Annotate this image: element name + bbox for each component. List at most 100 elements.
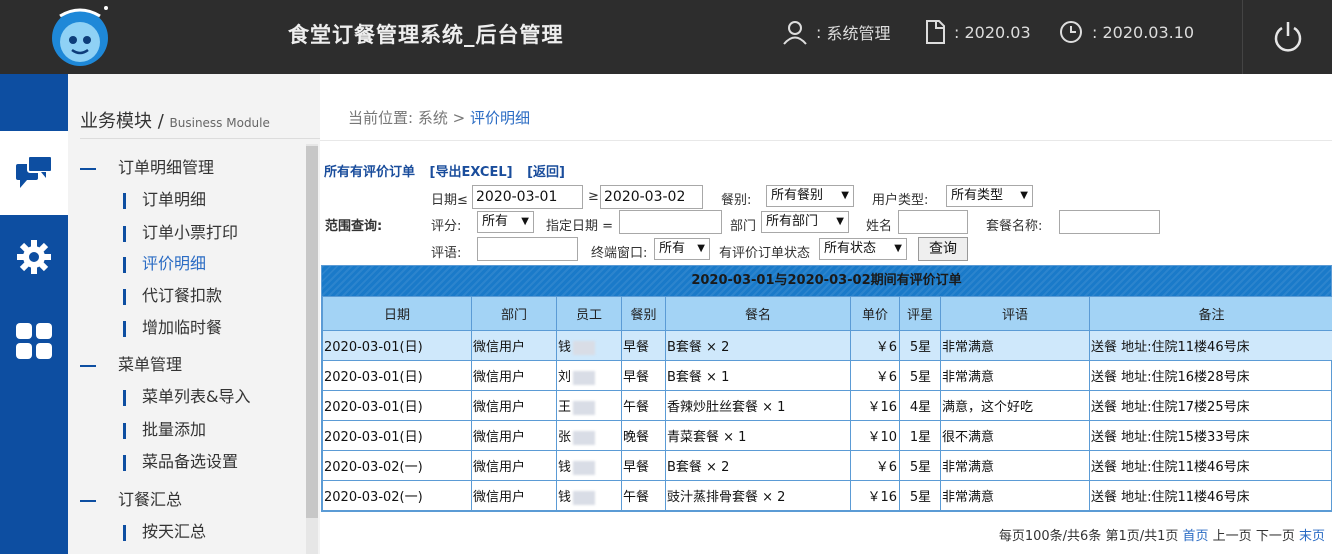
ge-label: ≥ (588, 189, 599, 204)
clock-icon (1060, 21, 1082, 43)
chat-icon (16, 155, 53, 188)
table-row[interactable]: 2020-03-01(日) 微信用户 张 晚餐 青菜套餐 × 1 ￥10 1星 … (322, 420, 1332, 451)
table-row[interactable]: 2020-03-02(一) 微信用户 钱 早餐 B套餐 × 2 ￥6 5星 非常… (322, 450, 1332, 481)
logout-button[interactable] (1242, 0, 1332, 74)
sidebar-group-summary[interactable]: 订餐汇总 (80, 486, 182, 510)
divider (320, 140, 1332, 141)
sidebar-item-daily-summary[interactable]: 按天汇总 (123, 518, 206, 542)
column-header[interactable]: 餐别 (621, 296, 666, 331)
column-header[interactable]: 单价 (850, 296, 900, 331)
table-header-row: 日期 部门 员工 餐别 餐名 单价 评星 评语 备注 (322, 296, 1332, 331)
date-info: : 2020.03.10 (1058, 18, 1194, 46)
business-module-button[interactable] (0, 131, 68, 215)
date-value: 2020.03.10 (1102, 22, 1195, 42)
name-label: 姓名 (866, 219, 893, 234)
user-info: : 系统管理 (782, 18, 891, 46)
chevron-down-icon: ▼ (697, 243, 705, 254)
sidebar-item-order-detail[interactable]: 订单明细 (123, 186, 206, 210)
action-links: 所有有评价订单 [导出EXCEL] [返回] (324, 161, 575, 180)
breadcrumb-current: 评价明细 (470, 109, 531, 127)
user-name: 系统管理 (826, 24, 891, 43)
sidebar-item-review-detail[interactable]: 评价明细 (123, 250, 206, 274)
sidebar-group-menu[interactable]: 菜单管理 (80, 351, 182, 375)
table-row[interactable]: 2020-03-01(日) 微信用户 刘 早餐 B套餐 × 1 ￥6 5星 非常… (322, 360, 1332, 391)
terminal-label: 终端窗口: (591, 246, 648, 261)
pagination: 每页100条/共6条 第1页/共1页 首页 上一页 下一页 末页 (999, 525, 1325, 544)
breadcrumb: 当前位置: 系统 > 评价明细 (348, 109, 531, 127)
period-value: 2020.03 (964, 22, 1031, 42)
meal-select[interactable]: 所有餐别 ▼ (766, 185, 854, 207)
range-label: 范围查询: (325, 219, 383, 234)
column-header[interactable]: 评语 (940, 296, 1090, 331)
set-name-input[interactable] (1059, 210, 1160, 234)
set-label: 套餐名称: (986, 219, 1043, 234)
usertype-label: 用户类型: (872, 193, 929, 208)
sidebar-item-dish-options[interactable]: 菜品备选设置 (123, 448, 238, 472)
comment-input[interactable] (477, 237, 578, 261)
orders-table: 日期 部门 员工 餐别 餐名 单价 评星 评语 备注 2020-03-01(日)… (322, 296, 1332, 511)
terminal-select[interactable]: 所有 ▼ (654, 238, 710, 260)
table-row[interactable]: 2020-03-02(一) 微信用户 钱 午餐 豉汁蒸排骨套餐 × 2 ￥16 … (322, 480, 1332, 511)
sidebar: 业务模块 / Business Module 订单明细管理 订单明细 订单小票打… (68, 74, 320, 554)
chevron-down-icon: ▼ (894, 243, 902, 254)
redacted-name (573, 490, 596, 505)
all-orders-link[interactable]: 所有有评价订单 (324, 165, 415, 180)
specdate-label: 指定日期 = (546, 219, 614, 234)
dept-select[interactable]: 所有部门 ▼ (761, 211, 849, 233)
meal-label: 餐别: (721, 193, 752, 208)
main-content: 当前位置: 系统 > 评价明细 所有有评价订单 [导出EXCEL] [返回] 范… (320, 74, 1332, 554)
date-label: 日期≤ (431, 193, 468, 208)
status-select[interactable]: 所有状态 ▼ (819, 238, 907, 260)
breadcrumb-root[interactable]: 系统 (418, 109, 448, 127)
gear-icon (17, 240, 51, 274)
table-row[interactable]: 2020-03-01(日) 微信用户 王 午餐 香辣炒肚丝套餐 × 1 ￥16 … (322, 390, 1332, 421)
grid-icon (16, 323, 52, 359)
document-icon (926, 20, 945, 44)
column-header[interactable]: 评星 (899, 296, 941, 331)
column-header[interactable]: 日期 (322, 296, 472, 331)
redacted-name (573, 400, 596, 415)
column-header[interactable]: 部门 (471, 296, 557, 331)
sidebar-item-temp-meal[interactable]: 增加临时餐 (123, 314, 222, 338)
redacted-name (573, 370, 596, 385)
table-row[interactable]: 2020-03-01(日) 微信用户 钱 早餐 B套餐 × 2 ￥6 5星 非常… (322, 330, 1332, 361)
sidebar-item-receipt-print[interactable]: 订单小票打印 (123, 219, 238, 243)
next-page-link[interactable]: 下一页 (1256, 529, 1295, 544)
pager-summary: 每页100条/共6条 第1页/共1页 (998, 529, 1179, 544)
chevron-down-icon: ▼ (836, 216, 844, 227)
sidebar-item-batch-add[interactable]: 批量添加 (123, 416, 206, 440)
dept-label: 部门 (730, 219, 757, 234)
column-header[interactable]: 餐名 (665, 296, 851, 331)
status-label: 有评价订单状态 (719, 246, 811, 261)
settings-module-button[interactable] (0, 215, 68, 299)
date-from-input[interactable]: 2020-03-01 (472, 185, 583, 209)
chevron-down-icon: ▼ (841, 190, 849, 201)
column-header[interactable]: 员工 (556, 296, 622, 331)
column-header[interactable]: 备注 (1089, 296, 1332, 331)
user-icon (783, 21, 807, 45)
sidebar-group-orders[interactable]: 订单明细管理 (80, 154, 214, 178)
prev-page-link[interactable]: 上一页 (1213, 529, 1252, 544)
redacted-name (573, 340, 596, 355)
usertype-select[interactable]: 所有类型 ▼ (946, 185, 1033, 207)
name-input[interactable] (898, 210, 968, 234)
score-select[interactable]: 所有 ▼ (477, 211, 534, 233)
comment-label: 评语: (431, 246, 462, 261)
score-label: 评分: (431, 219, 462, 234)
apps-module-button[interactable] (0, 299, 68, 383)
date-to-input[interactable]: 2020-03-02 (600, 185, 703, 209)
orders-grid: 2020-03-01与2020-03-02期间有评价订单 日期 部门 员工 餐别… (321, 265, 1332, 512)
back-link[interactable]: [返回] (527, 165, 565, 180)
redacted-name (573, 430, 596, 445)
export-excel-link[interactable]: [导出EXCEL] (430, 165, 513, 180)
sidebar-heading: 业务模块 / Business Module (80, 107, 320, 139)
sidebar-item-menu-list[interactable]: 菜单列表&导入 (123, 383, 250, 407)
power-icon (1274, 22, 1301, 52)
query-button[interactable]: 查询 (918, 237, 968, 261)
table-caption: 2020-03-01与2020-03-02期间有评价订单 (322, 266, 1331, 296)
sidebar-scroll-thumb[interactable] (306, 146, 318, 518)
sidebar-item-proxy-deduct[interactable]: 代订餐扣款 (123, 282, 222, 306)
specdate-input[interactable] (619, 210, 722, 234)
last-page-link[interactable]: 末页 (1299, 529, 1325, 544)
first-page-link[interactable]: 首页 (1183, 529, 1209, 544)
